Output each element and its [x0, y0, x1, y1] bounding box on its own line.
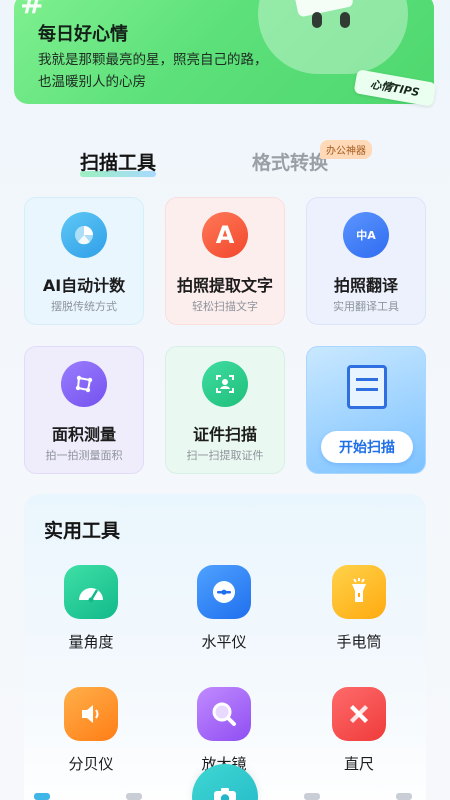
photo-ocr-card[interactable]: A 拍照提取文字 轻松扫描文字: [165, 197, 285, 325]
card-name: 证件扫描: [192, 425, 257, 444]
pie-chart-icon: [61, 212, 107, 258]
tab-scan-tools[interactable]: 扫描工具: [80, 148, 157, 177]
hash-icon: #: [20, 0, 46, 21]
magnifier-icon: [197, 687, 251, 741]
tool-name: 手电筒: [336, 633, 382, 651]
nav-tab-icon[interactable]: [304, 793, 320, 800]
camera-icon: [214, 788, 236, 800]
tool-name: 量角度: [68, 633, 114, 651]
card-subtitle: 扫一扫提取证件: [186, 449, 264, 462]
letter-a-icon: A: [202, 212, 248, 258]
card-name: 面积测量: [51, 425, 116, 444]
tool-ruler[interactable]: 直尺: [319, 687, 399, 774]
area-measure-icon: [61, 361, 107, 407]
banner-quote-line-1: 我就是那颗最亮的星，照亮自己的路，: [38, 52, 268, 68]
mascot-eye: [312, 12, 322, 28]
nav-home-icon[interactable]: [34, 793, 50, 800]
card-subtitle: 轻松扫描文字: [192, 300, 258, 313]
tool-level[interactable]: 水平仪: [184, 565, 264, 652]
ai-count-card[interactable]: AI自动计数 摆脱传统方式: [24, 197, 144, 325]
banner-title: 每日好心情: [38, 24, 128, 45]
protractor-icon: [64, 565, 118, 619]
id-card-scan-icon: [202, 361, 248, 407]
tool-magnifier[interactable]: 放大镜: [184, 687, 264, 774]
card-name: 拍照翻译: [333, 276, 398, 295]
tool-name: 水平仪: [201, 633, 247, 651]
banner-quote-line-2: 也温暖别人的心房: [38, 74, 146, 90]
card-name: 拍照提取文字: [176, 276, 273, 295]
mascot-eye: [340, 12, 350, 28]
card-subtitle: 拍一拍测量面积: [45, 449, 123, 462]
tool-flashlight[interactable]: 手电筒: [319, 565, 399, 652]
nav-tab-icon[interactable]: [126, 793, 142, 800]
tool-decibel-meter[interactable]: 分贝仪: [51, 687, 131, 774]
document-scan-icon: [347, 365, 387, 409]
practical-tools-title: 实用工具: [44, 516, 125, 544]
card-name: AI自动计数: [42, 276, 126, 295]
start-scan-card[interactable]: 开始扫描: [306, 346, 426, 474]
level-icon: [197, 565, 251, 619]
tool-name: 直尺: [343, 755, 374, 773]
ruler-icon: [332, 687, 386, 741]
tab-format-convert[interactable]: 格式转换: [252, 148, 328, 175]
id-scan-card[interactable]: 证件扫描 扫一扫提取证件: [165, 346, 285, 474]
tool-name: 分贝仪: [68, 755, 114, 773]
area-measure-card[interactable]: 面积测量 拍一拍测量面积: [24, 346, 144, 474]
card-subtitle: 摆脱传统方式: [51, 300, 117, 313]
card-subtitle: 实用翻译工具: [333, 300, 399, 313]
speaker-icon: [64, 687, 118, 741]
start-scan-button[interactable]: 开始扫描: [321, 431, 413, 463]
photo-translate-card[interactable]: 中A 拍照翻译 实用翻译工具: [306, 197, 426, 325]
nav-profile-icon[interactable]: [396, 793, 412, 800]
office-badge: 办公神器: [320, 140, 372, 159]
tool-protractor[interactable]: 量角度: [51, 565, 131, 652]
translate-icon: 中A: [343, 212, 389, 258]
flashlight-icon: [332, 565, 386, 619]
mascot-decoration: [258, 0, 408, 74]
